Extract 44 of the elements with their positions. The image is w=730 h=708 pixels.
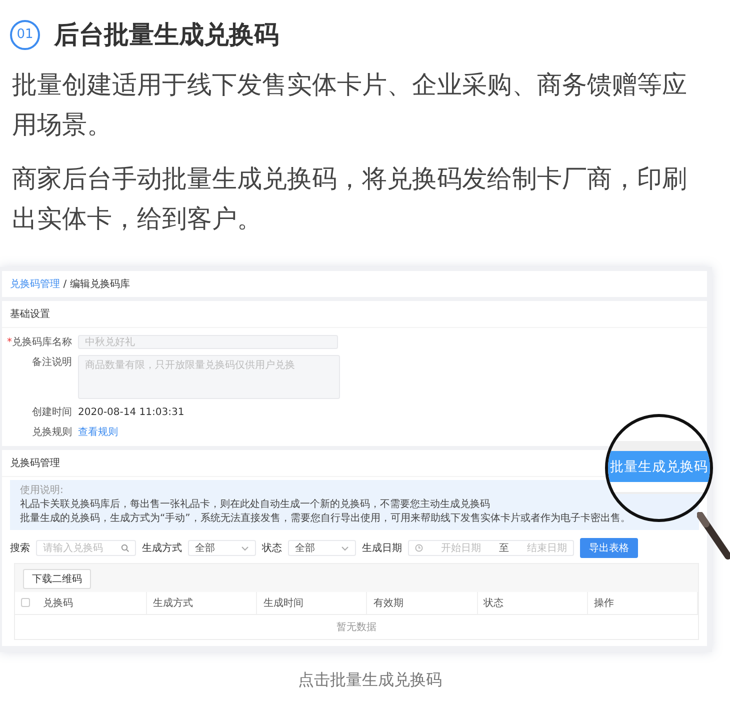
filter-label: 生成日期 (362, 542, 402, 555)
section-title: 后台批量生成兑换码 (54, 19, 279, 51)
image-caption: 点击批量生成兑换码 (297, 670, 443, 691)
filter-label: 状态 (262, 542, 282, 555)
breadcrumb-current: 编辑兑换码库 (70, 279, 130, 290)
batch-generate-button[interactable]: 批量生成兑换码 (608, 451, 710, 482)
field-value: 2020-08-14 11:03:31 (78, 406, 184, 418)
breadcrumb-separator: / (63, 279, 67, 290)
paragraph: 批量创建适用于线下发售实体卡片、企业采购、商务馈赠等应用场景。 (12, 69, 688, 141)
select-field[interactable]: 全部 (188, 540, 256, 556)
field-label: 兑换规则 (31, 426, 72, 439)
chevron-down-icon (341, 546, 349, 550)
field-label: *兑换码库名称 (6, 336, 72, 349)
select-field[interactable]: 全部 (288, 540, 356, 556)
download-button[interactable]: 下载二维码 (23, 569, 91, 589)
paragraph: 商家后台手动批量生成兑换码，将兑换码发给制卡厂商，印刷出实体卡，给到客户。 (12, 163, 688, 235)
notice-text: 批量生成的兑换码，生成方式为“手动”，系统无法直接发售，需要您自行导出使用，可用来帮助线下发售实体卡片或者作为电子卡密出售。 (20, 512, 632, 526)
notice-text: 礼品卡关联兑换码库后，每出售一张礼品卡，则在此处自动生成一个新的兑换码，不需要您主动生成兑换码 (20, 498, 491, 512)
rule-link[interactable]: 查看规则 (78, 427, 118, 438)
export-button[interactable]: 导出表格 (580, 538, 638, 558)
filter-label: 搜索 (10, 542, 30, 555)
breadcrumb-link[interactable]: 兑换码管理 (10, 279, 60, 290)
filter-label: 生成方式 (142, 542, 182, 555)
column-header: 状态 (478, 592, 588, 614)
column-header: 有效期 (367, 592, 478, 614)
magnifier-handle (697, 512, 730, 560)
column-header: 兑换码 (37, 592, 148, 614)
column-header: 操作 (588, 592, 698, 614)
empty-text: 暂无数据 (336, 620, 378, 635)
notice-title: 使用说明: (20, 484, 64, 498)
column-header: 生成时间 (257, 592, 368, 614)
column-header: 生成方式 (147, 592, 258, 614)
step-number: 01 (10, 20, 40, 50)
field-label: 创建时间 (31, 406, 72, 419)
card-title: 基础设置 (2, 301, 707, 328)
field-label: 备注说明 (31, 356, 72, 369)
clock-icon (415, 544, 423, 552)
checkbox[interactable] (21, 598, 30, 607)
date-range-field[interactable]: 开始日期 至 结束日期 (408, 540, 574, 556)
search-icon (121, 544, 129, 552)
remark-field[interactable]: 商品数量有限，只开放限量兑换码仅供用户兑换 (78, 355, 340, 399)
name-field[interactable]: 中秋兑好礼 (78, 335, 338, 349)
search-field[interactable]: 请输入兑换码 (36, 540, 136, 556)
chevron-down-icon (241, 546, 249, 550)
